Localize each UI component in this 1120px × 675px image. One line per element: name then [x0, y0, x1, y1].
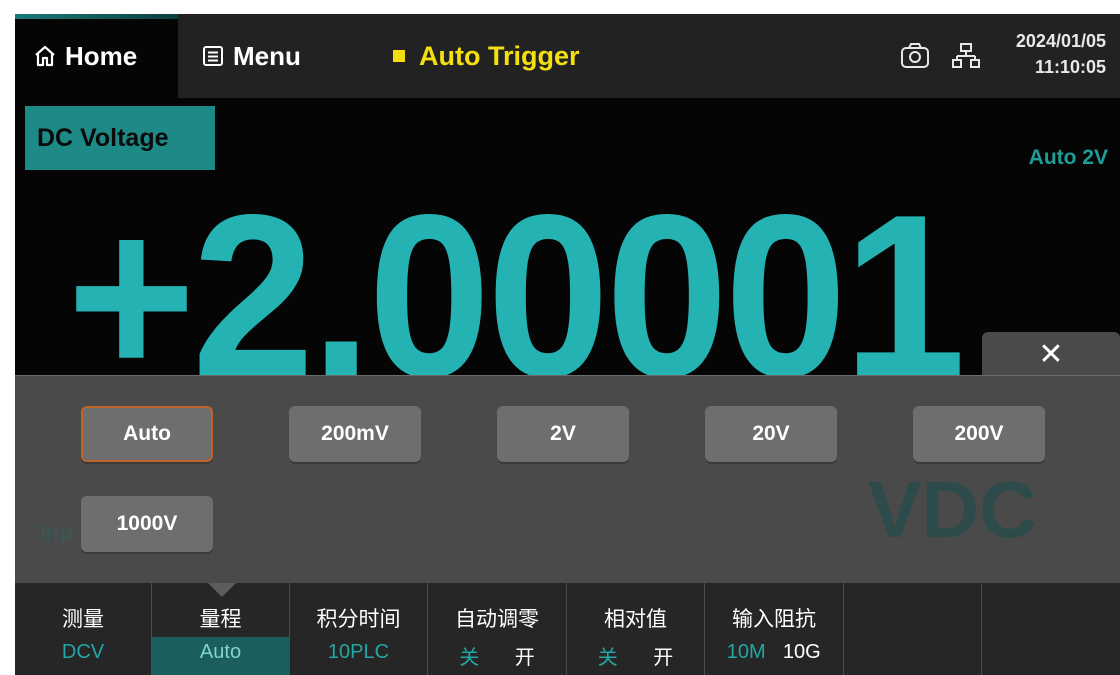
top-bar: Home Menu Auto Trigger 2024/01/05 11:10:…: [15, 14, 1120, 98]
range-option-2v[interactable]: 2V: [497, 406, 629, 462]
softkey-value: 10PLC: [327, 641, 390, 663]
softkey-bar: 测量 DCV 量程 Auto 积分时间 10PLC 自动调零 关 开 相对值 关…: [15, 583, 1120, 675]
range-option-20v[interactable]: 20V: [705, 406, 837, 462]
range-option-200v[interactable]: 200V: [913, 406, 1045, 462]
softkey-toggle: 关 开: [567, 641, 704, 670]
toggle-on-option: 开: [514, 647, 535, 669]
trigger-status: Auto Trigger: [393, 14, 580, 98]
softkey-auto-zero[interactable]: 自动调零 关 开: [428, 583, 567, 675]
impedance-10g-option: 10G: [782, 641, 821, 663]
date-text: 2024/01/05: [1015, 31, 1106, 51]
measurement-mode-badge: DC Voltage: [25, 106, 215, 170]
softkey-empty-2[interactable]: [982, 583, 1120, 675]
softkey-label: 自动调零: [455, 608, 539, 631]
softkey-input-impedance[interactable]: 输入阻抗 10M 10G: [705, 583, 844, 675]
softkey-label: 输入阻抗: [732, 608, 816, 631]
close-icon: ✕: [1038, 337, 1064, 371]
home-tab[interactable]: Home: [15, 14, 178, 98]
menu-icon: [201, 44, 225, 68]
close-popup-button[interactable]: ✕: [982, 332, 1120, 376]
softkey-value: DCV: [61, 641, 105, 663]
active-softkey-pointer: [208, 583, 236, 597]
menu-tab[interactable]: Menu: [193, 14, 353, 98]
toggle-off-option: 关: [459, 647, 480, 669]
home-label: Home: [65, 40, 138, 71]
date-time: 2024/01/05 11:10:05: [1016, 28, 1106, 80]
toggle-off-option: 关: [597, 647, 618, 669]
softkey-label: 积分时间: [316, 608, 401, 631]
trigger-indicator-icon: [393, 50, 405, 62]
input-label-partial: Inp: [40, 520, 73, 545]
range-indicator: Auto 2V: [1028, 146, 1108, 169]
menu-label: Menu: [233, 40, 301, 71]
instrument-screen: Home Menu Auto Trigger 2024/01/05 11:10:…: [15, 14, 1120, 675]
camera-icon[interactable]: [899, 40, 931, 77]
toggle-on-option: 开: [653, 647, 674, 669]
softkey-empty-1[interactable]: [844, 583, 982, 675]
range-option-200mv[interactable]: 200mV: [289, 406, 421, 462]
softkey-relative[interactable]: 相对值 关 开: [567, 583, 705, 675]
network-icon: [952, 42, 980, 75]
unit-label: VDC: [868, 465, 1037, 554]
softkey-toggle: 关 开: [428, 641, 566, 670]
softkey-value: Auto: [199, 641, 242, 663]
impedance-10m-option: 10M: [726, 641, 766, 663]
trigger-label: Auto Trigger: [419, 40, 580, 71]
softkey-integration-time[interactable]: 积分时间 10PLC: [290, 583, 428, 675]
range-option-1000v[interactable]: 1000V: [81, 496, 213, 552]
softkey-toggle: 10M 10G: [705, 641, 843, 664]
softkey-label: 相对值: [604, 608, 667, 631]
softkey-label: 量程: [199, 608, 242, 631]
home-icon: [33, 44, 57, 68]
time-text: 11:10:05: [1034, 57, 1106, 77]
softkey-label: 测量: [62, 608, 104, 631]
range-popup: Auto 200mV 2V 20V 200V 1000V VDC Inp: [15, 375, 1120, 584]
softkey-measure[interactable]: 测量 DCV: [15, 583, 152, 675]
range-option-auto[interactable]: Auto: [81, 406, 213, 462]
